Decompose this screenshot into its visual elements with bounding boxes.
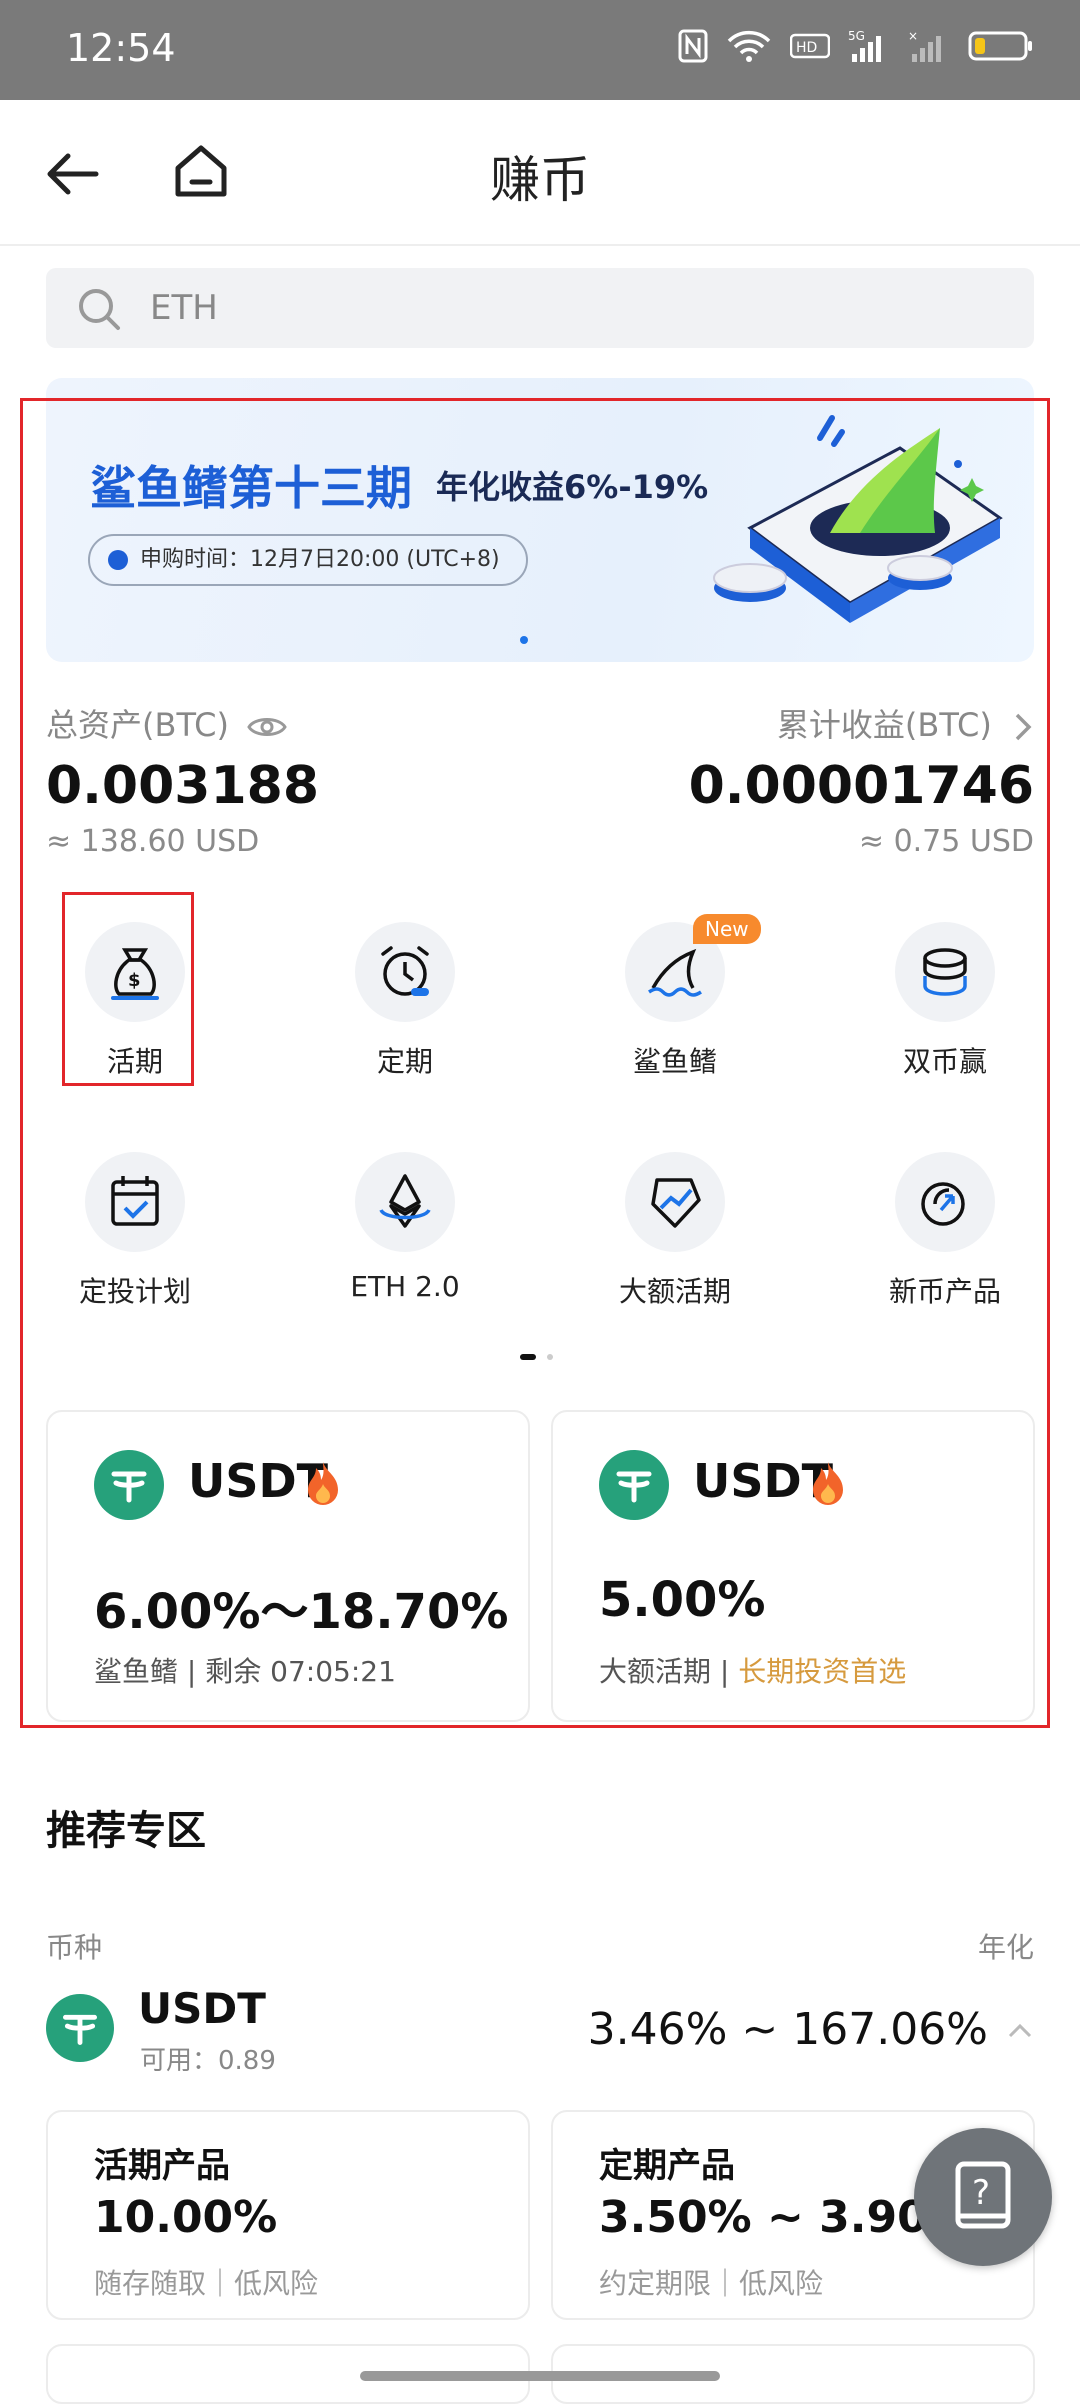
- signal-5g-icon: 5G: [848, 29, 881, 62]
- search-icon: [79, 289, 120, 330]
- search-placeholder: ETH: [150, 288, 218, 328]
- nfc-icon: [678, 29, 708, 63]
- svg-text:HD: HD: [796, 40, 817, 56]
- wifi-icon: [727, 30, 771, 62]
- svg-text:5G: 5G: [848, 29, 865, 43]
- recommend-rate: 3.46% ~ 167.06%: [587, 2004, 988, 2055]
- tether-symbol-icon: [63, 2014, 97, 2045]
- status-time: 12:54: [66, 26, 176, 70]
- help-book-icon: ?: [955, 2161, 1011, 2229]
- column-header-rate: 年化: [977, 1931, 1034, 1964]
- product-title: 活期产品: [94, 2146, 230, 2186]
- svg-text:?: ?: [972, 2173, 990, 2213]
- help-button[interactable]: ?: [914, 2128, 1052, 2266]
- product-card-flexible[interactable]: 活期产品 10.00% 随存随取｜低风险: [46, 2110, 530, 2320]
- product-title: 定期产品: [599, 2146, 735, 2186]
- search-input[interactable]: ETH: [46, 268, 1034, 348]
- product-rate: 10.00%: [94, 2192, 278, 2243]
- recommend-available: 可用：0.89: [140, 2046, 276, 2076]
- highlight-box-main: [20, 398, 1050, 1728]
- home-indicator[interactable]: [360, 2371, 720, 2381]
- product-desc: 随存随取｜低风险: [94, 2267, 319, 2300]
- hd-icon: HD: [790, 33, 830, 59]
- svg-text:×: ×: [908, 29, 918, 43]
- chevron-up-icon[interactable]: [1006, 2020, 1034, 2040]
- battery-icon: [968, 31, 1032, 61]
- column-header-coin: 币种: [46, 1931, 103, 1964]
- recommend-coin-name: USDT: [138, 1984, 266, 2033]
- signal-no-sim-icon: ×: [908, 29, 941, 62]
- status-icons: HD 5G ×: [678, 28, 1034, 64]
- page-title: 赚币: [490, 151, 590, 209]
- nav-bar: 赚币: [0, 100, 1080, 246]
- tether-logo-icon: [46, 1994, 114, 2062]
- product-desc: 约定期限｜低风险: [599, 2267, 824, 2300]
- recommend-title: 推荐专区: [46, 1808, 206, 1854]
- status-bar: 12:54 HD 5G ×: [0, 0, 1080, 100]
